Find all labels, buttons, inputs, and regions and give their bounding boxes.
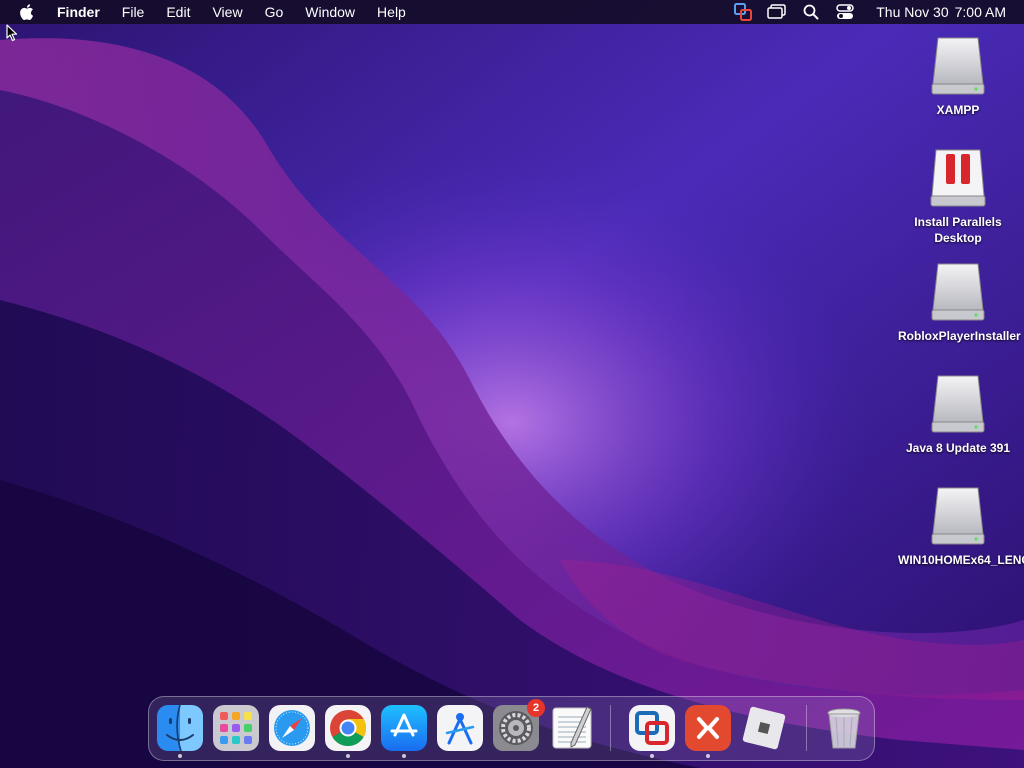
running-indicator [178,754,182,758]
chrome-icon[interactable] [325,705,371,751]
menu-file[interactable]: File [111,0,156,24]
desktop-item-label: XAMPP [936,103,980,117]
desktop-item-label: Java 8 Update 391 [905,441,1011,455]
dock-separator [806,705,807,751]
menu-view[interactable]: View [201,0,253,24]
desktop-item-roblox-installer[interactable]: RobloxPlayerInstaller [898,260,1021,344]
safari-icon[interactable] [269,705,315,751]
desktop-item-label: WIN10HOMEx64_LENOVO [898,553,1024,567]
desktop-item-java[interactable]: Java 8 Update 391 [898,372,1018,456]
roblox-icon[interactable] [741,705,787,751]
desktop-item-label: RobloxPlayerInstaller [898,329,1021,343]
control-center-icon[interactable] [834,3,856,21]
drive-icon [931,37,985,95]
menu-go[interactable]: Go [254,0,295,24]
running-indicator [650,754,654,758]
desktop-item-xampp[interactable]: XAMPP [898,34,1018,118]
drive-icon [931,375,985,433]
launchpad-icon[interactable] [213,705,259,751]
remote-desktop-icon[interactable] [685,705,731,751]
menu-edit[interactable]: Edit [155,0,201,24]
parallels-installer-icon [930,149,986,207]
menu-help[interactable]: Help [366,0,417,24]
desktop-wallpaper [0,0,1024,768]
vmware-status-icon[interactable] [732,3,754,21]
running-indicator [346,754,350,758]
running-indicator [706,754,710,758]
apple-menu-icon[interactable] [17,2,37,22]
desktop-item-win10[interactable]: WIN10HOMEx64_LENOVO [898,484,1024,568]
menu-bar: Finder File Edit View Go Window Help Thu… [0,0,1024,24]
menu-app-finder[interactable]: Finder [54,0,111,24]
menu-bar-clock[interactable]: Thu Nov 30 7:00 AM [876,4,1006,20]
screen-mirroring-icon[interactable] [766,3,788,21]
trash-icon[interactable] [821,705,867,751]
drive-icon [931,487,985,545]
notification-badge: 2 [527,699,545,717]
dock: 2 [148,696,875,761]
vmware-icon[interactable] [629,705,675,751]
dock-separator [610,705,611,751]
running-indicator [402,754,406,758]
clock-time: 7:00 AM [954,4,1006,20]
app-store-icon[interactable] [381,705,427,751]
menu-window[interactable]: Window [294,0,366,24]
clock-date: Thu Nov 30 [876,4,949,20]
instruments-icon[interactable] [437,705,483,751]
desktop-item-label: Install Parallels Desktop [914,215,1002,245]
drive-icon [931,263,985,321]
mouse-pointer-icon [6,24,18,42]
textedit-icon[interactable] [549,705,595,751]
spotlight-search-icon[interactable] [800,3,822,21]
desktop-item-install-parallels[interactable]: Install Parallels Desktop [898,146,1018,246]
finder-icon[interactable] [157,705,203,751]
system-preferences-dock-item[interactable]: 2 [493,699,545,751]
